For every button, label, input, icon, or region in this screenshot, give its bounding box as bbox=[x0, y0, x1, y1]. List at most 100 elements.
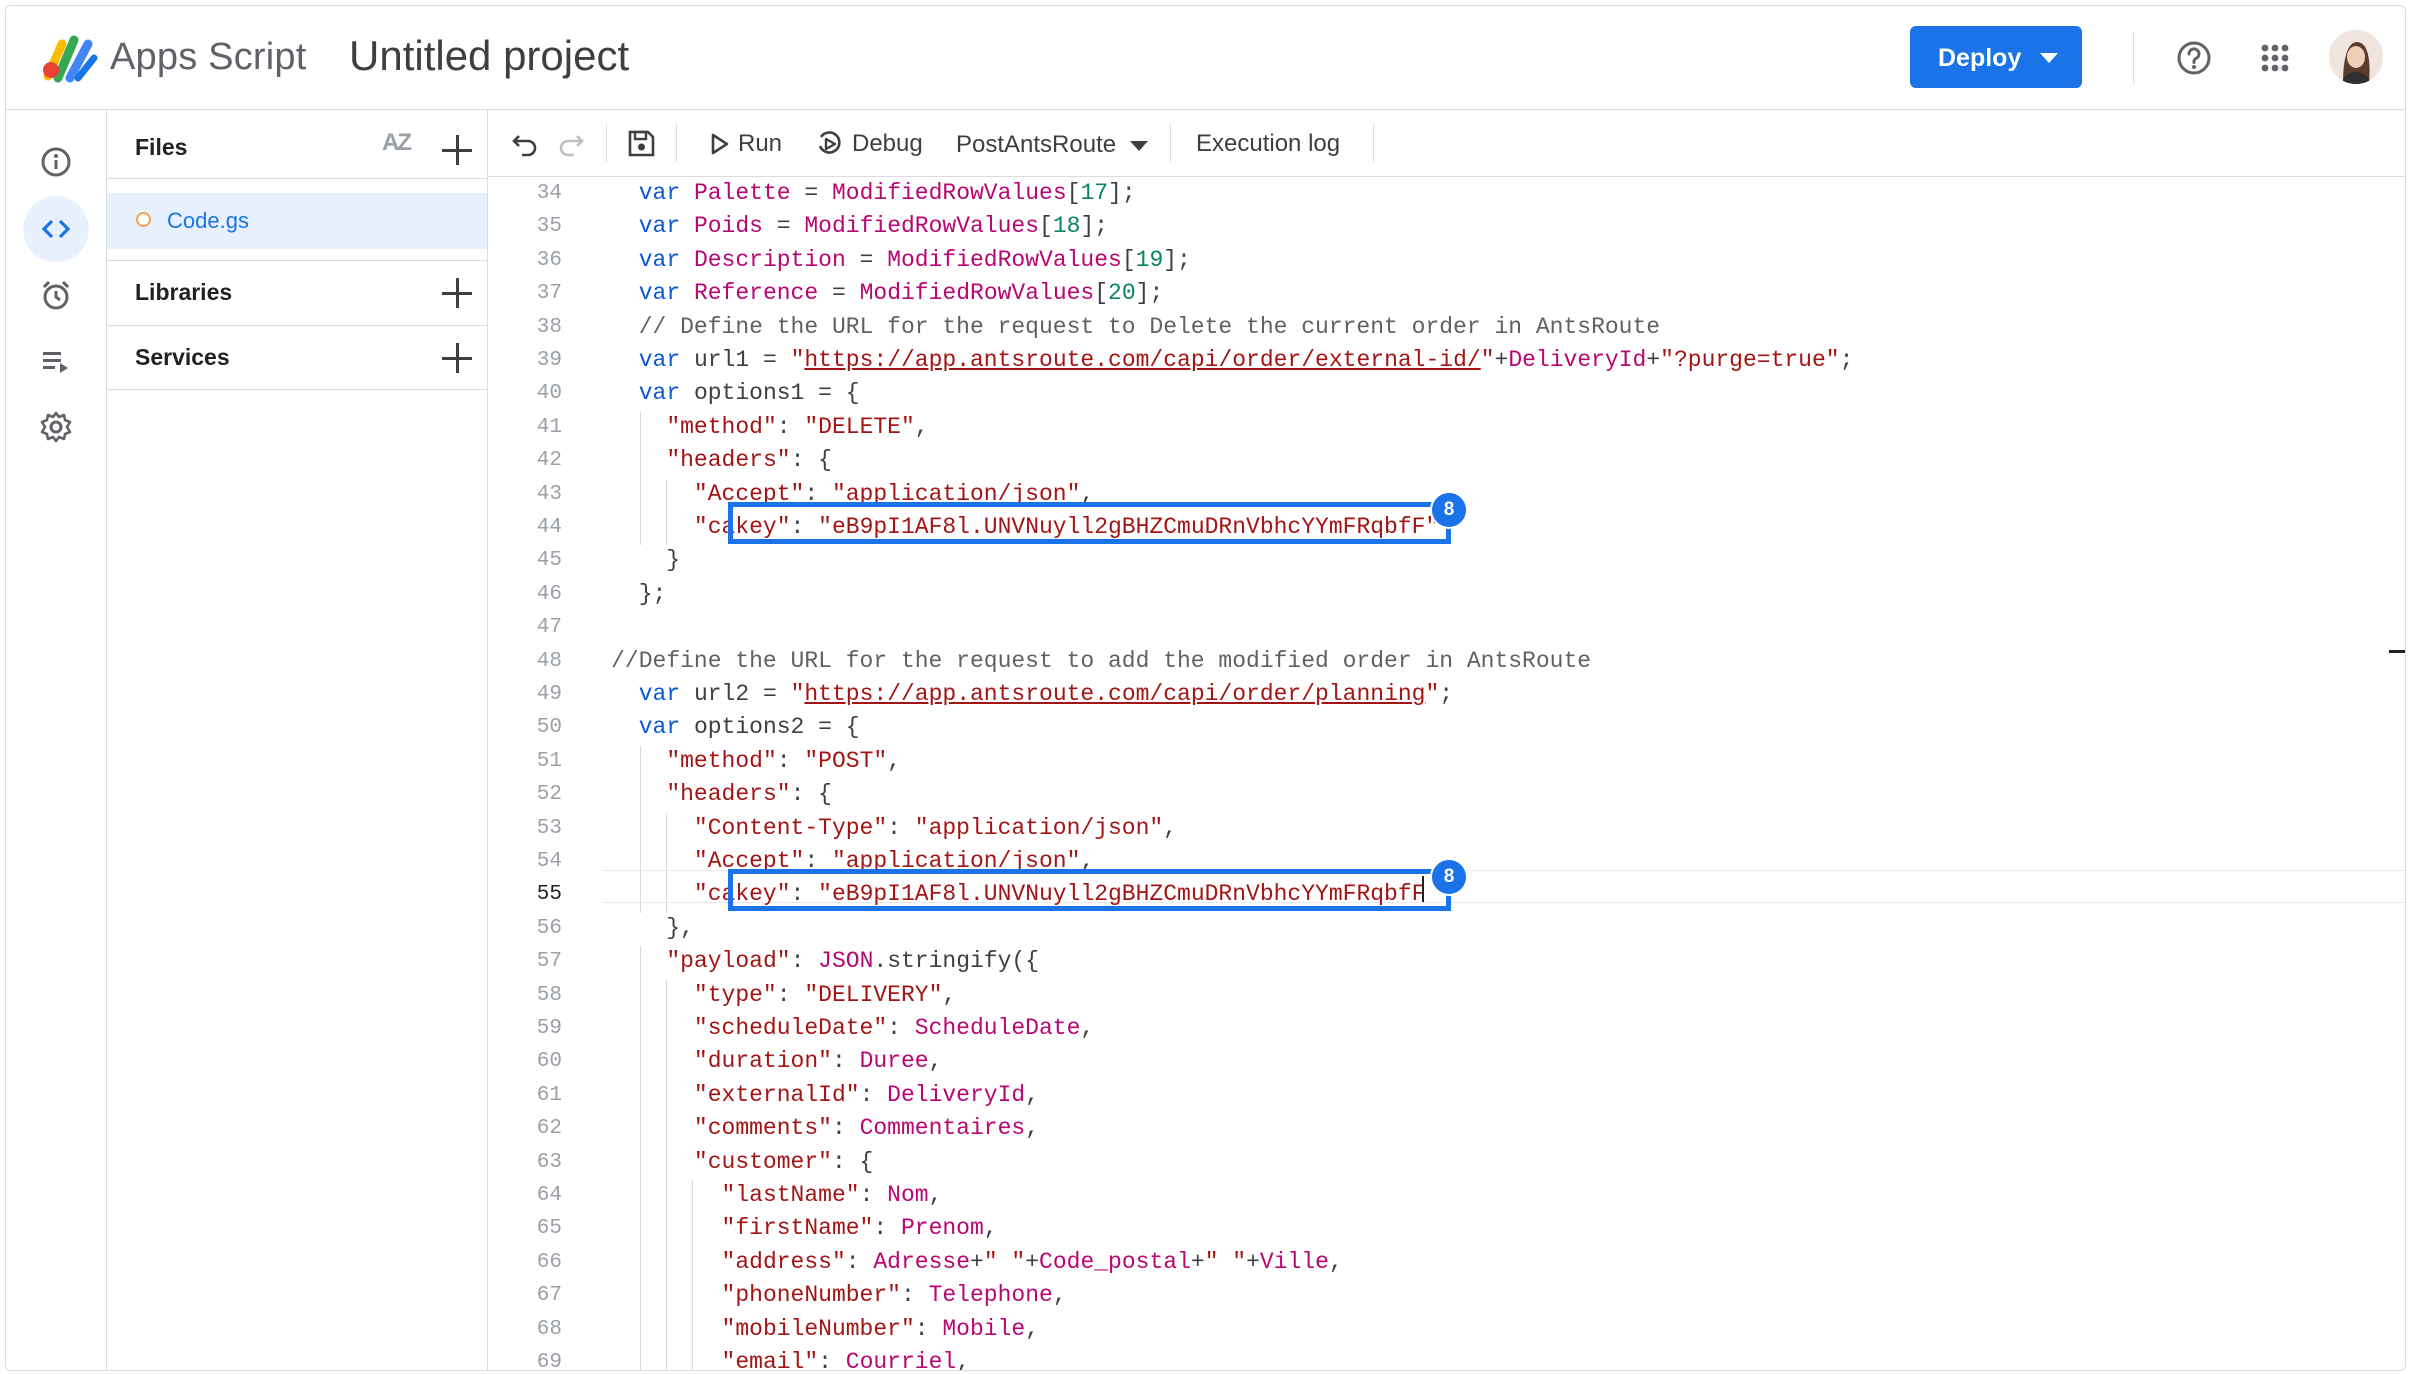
apps-script-logo[interactable] bbox=[42, 32, 98, 84]
code-token: "Content-Type" bbox=[693, 814, 888, 841]
line-number: 47 bbox=[536, 616, 562, 640]
left-nav-rail bbox=[6, 110, 107, 1370]
file-name: Code.gs bbox=[167, 208, 249, 233]
line-number: 39 bbox=[536, 349, 562, 372]
help-icon[interactable] bbox=[2172, 36, 2216, 80]
apps-grid-icon[interactable] bbox=[2253, 36, 2297, 80]
code-token: Reference bbox=[693, 280, 819, 307]
code-token: , bbox=[1163, 814, 1178, 841]
step-badge: 8 bbox=[1430, 858, 1468, 896]
overview-button[interactable] bbox=[23, 129, 89, 195]
divider bbox=[107, 325, 487, 326]
file-item-code-gs[interactable]: Code.gs bbox=[107, 193, 487, 249]
code-token: : bbox=[818, 1349, 846, 1370]
save-icon[interactable] bbox=[626, 128, 656, 158]
run-button[interactable]: Run bbox=[710, 110, 795, 176]
deploy-button[interactable]: Deploy bbox=[1910, 26, 2082, 88]
line-number: 41 bbox=[536, 415, 562, 439]
code-token: }; bbox=[583, 580, 667, 607]
line-number: 38 bbox=[536, 315, 562, 339]
code-token: "headers" bbox=[666, 781, 791, 808]
code-token: url2 = bbox=[693, 681, 791, 707]
line-number: 64 bbox=[536, 1184, 562, 1207]
code-line: var options1 = { bbox=[584, 380, 2406, 406]
code-token: "comments" bbox=[693, 1115, 832, 1142]
chevron-down-icon bbox=[2040, 53, 2058, 63]
code-line: "mobileNumber": Mobile, bbox=[584, 1316, 2406, 1342]
editor-button[interactable] bbox=[23, 196, 89, 262]
redo-icon[interactable] bbox=[556, 128, 586, 158]
triggers-button[interactable] bbox=[23, 262, 89, 328]
code-line: // Define the URL for the request to Del… bbox=[584, 314, 2406, 340]
code-token: "duration" bbox=[693, 1048, 832, 1075]
divider bbox=[107, 260, 487, 261]
code-token: "phoneNumber" bbox=[721, 1282, 901, 1309]
line-number: 40 bbox=[536, 382, 562, 406]
code-token: + bbox=[1246, 1248, 1260, 1275]
app-name: Apps Script bbox=[110, 36, 307, 78]
code-token: ]; bbox=[1108, 180, 1136, 206]
code-token: Prenom bbox=[900, 1215, 984, 1242]
debug-label: Debug bbox=[852, 130, 923, 157]
code-token: }, bbox=[583, 914, 694, 941]
avatar[interactable] bbox=[2329, 30, 2383, 84]
code-token: , bbox=[928, 1182, 943, 1208]
line-number: 45 bbox=[536, 549, 562, 573]
code-token: : bbox=[831, 1048, 860, 1075]
code-token: " " bbox=[1204, 1248, 1247, 1275]
line-number: 34 bbox=[536, 182, 562, 205]
line-number: 49 bbox=[536, 683, 562, 706]
undo-icon[interactable] bbox=[510, 128, 540, 158]
line-number: 57 bbox=[536, 950, 562, 974]
app-window: Apps Script Untitled project Deploy File… bbox=[5, 5, 2406, 1371]
function-select[interactable]: PostAntsRoute bbox=[956, 110, 1156, 176]
code-token: ModifiedRowValues bbox=[831, 180, 1067, 206]
code-token: Telephone bbox=[928, 1282, 1053, 1309]
code-token: "mobileNumber" bbox=[721, 1315, 915, 1342]
sort-az-button[interactable]: AZ bbox=[382, 129, 412, 157]
code-line: "payload": JSON.stringify({ bbox=[584, 948, 2406, 974]
code-token: + bbox=[1646, 347, 1661, 373]
add-file-button[interactable] bbox=[442, 135, 472, 165]
project-title[interactable]: Untitled project bbox=[349, 32, 629, 80]
deploy-label: Deploy bbox=[1938, 44, 2022, 72]
code-token: : bbox=[914, 1315, 943, 1342]
line-number: 36 bbox=[536, 248, 562, 272]
add-library-button[interactable] bbox=[442, 278, 472, 308]
code-editor[interactable]: 34 35 36 37 38 39 40 41 42 43 44 45 46 47 48 49 50 51 52 53… bbox=[488, 177, 2405, 1370]
settings-gear-icon bbox=[40, 411, 72, 443]
code-token: , bbox=[1080, 1015, 1095, 1041]
top-header: Apps Script Untitled project Deploy bbox=[6, 6, 2405, 110]
unsaved-dot-icon bbox=[136, 212, 151, 227]
code-token: " bbox=[790, 681, 805, 707]
line-number: 53 bbox=[536, 816, 562, 840]
code-token: Mobile bbox=[942, 1315, 1026, 1342]
code-token: : { bbox=[831, 1148, 874, 1175]
code-token: "DELIVERY" bbox=[804, 981, 943, 1008]
executions-button[interactable] bbox=[23, 328, 89, 394]
code-token: + bbox=[1190, 1248, 1205, 1275]
code-token: var bbox=[638, 380, 694, 407]
code-line: "method": "DELETE", bbox=[584, 414, 2406, 440]
code-token: } bbox=[583, 547, 681, 574]
code-icon bbox=[41, 219, 71, 239]
function-select-value: PostAntsRoute bbox=[956, 131, 1117, 158]
header-divider bbox=[2133, 32, 2134, 84]
code-token: [ bbox=[1121, 246, 1136, 273]
text-cursor bbox=[1422, 876, 1424, 902]
code-token: = bbox=[790, 180, 832, 206]
code-token: , bbox=[1025, 1115, 1040, 1142]
execution-log-button[interactable]: Execution log bbox=[1196, 130, 1340, 158]
line-number: 63 bbox=[536, 1150, 562, 1174]
settings-button[interactable] bbox=[23, 394, 89, 460]
line-number: 66 bbox=[536, 1250, 562, 1274]
code-token: Palette bbox=[693, 180, 791, 206]
add-service-button[interactable] bbox=[442, 343, 472, 373]
debug-button[interactable]: Debug bbox=[816, 110, 936, 176]
line-number: 44 bbox=[536, 516, 562, 539]
